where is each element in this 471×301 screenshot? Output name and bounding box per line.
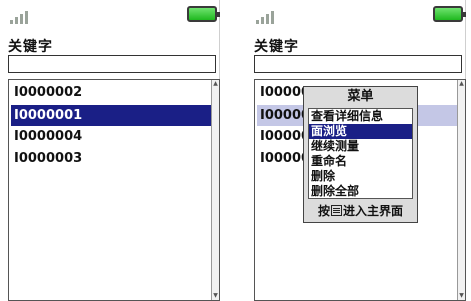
scroll-down-icon[interactable]: ▼ <box>458 292 465 300</box>
scrollbar[interactable]: ▲ ▼ <box>211 80 219 300</box>
keyword-label: 关键字 <box>254 39 299 55</box>
footer-prefix: 按 <box>317 204 330 218</box>
menu-item-continue-measure[interactable]: 继续测量 <box>309 139 412 154</box>
menu-item-view-details[interactable]: 查看详细信息 <box>309 109 412 124</box>
keyword-label: 关键字 <box>8 39 53 55</box>
keyword-input[interactable] <box>254 55 462 73</box>
scroll-up-icon[interactable]: ▲ <box>212 80 219 88</box>
scroll-up-icon[interactable]: ▲ <box>458 80 465 88</box>
list-item[interactable]: I0000004 <box>11 126 211 147</box>
menu-item-delete-all[interactable]: 删除全部 <box>309 184 412 199</box>
menu-item-rename[interactable]: 重命名 <box>309 154 412 169</box>
screen-right: 关键字 I000000 I00000 I00000 I00000 ▲ ▼ 菜单 … <box>250 0 466 301</box>
list-item[interactable]: I0000003 <box>11 148 211 169</box>
keyword-input[interactable] <box>8 55 216 73</box>
scroll-down-icon[interactable]: ▼ <box>212 292 219 300</box>
status-bar <box>250 0 466 30</box>
menu-list: 查看详细信息 面浏览 继续测量 重命名 删除 删除全部 <box>308 108 413 199</box>
menu-key-icon <box>331 205 342 216</box>
menu-item-browse[interactable]: 面浏览 <box>309 124 412 139</box>
status-bar <box>4 0 220 30</box>
battery-icon <box>433 6 466 22</box>
record-list: I0000002 I0000001 I0000004 I0000003 ▲ ▼ <box>8 79 220 301</box>
list-item-selected[interactable]: I0000001 <box>11 105 211 126</box>
menu-title: 菜单 <box>347 89 374 104</box>
battery-icon <box>187 6 220 22</box>
scrollbar[interactable]: ▲ ▼ <box>457 80 465 300</box>
screen-left: 关键字 I0000002 I0000001 I0000004 I0000003 … <box>4 0 220 301</box>
signal-strength-icon <box>256 6 282 24</box>
list-item[interactable]: I0000002 <box>11 82 211 103</box>
context-menu: 菜单 查看详细信息 面浏览 继续测量 重命名 删除 删除全部 按进入主界面 <box>303 86 418 223</box>
signal-strength-icon <box>10 6 36 24</box>
menu-footer-hint: 按进入主界面 <box>304 202 417 220</box>
footer-suffix: 进入主界面 <box>343 204 404 218</box>
menu-item-delete[interactable]: 删除 <box>309 169 412 184</box>
